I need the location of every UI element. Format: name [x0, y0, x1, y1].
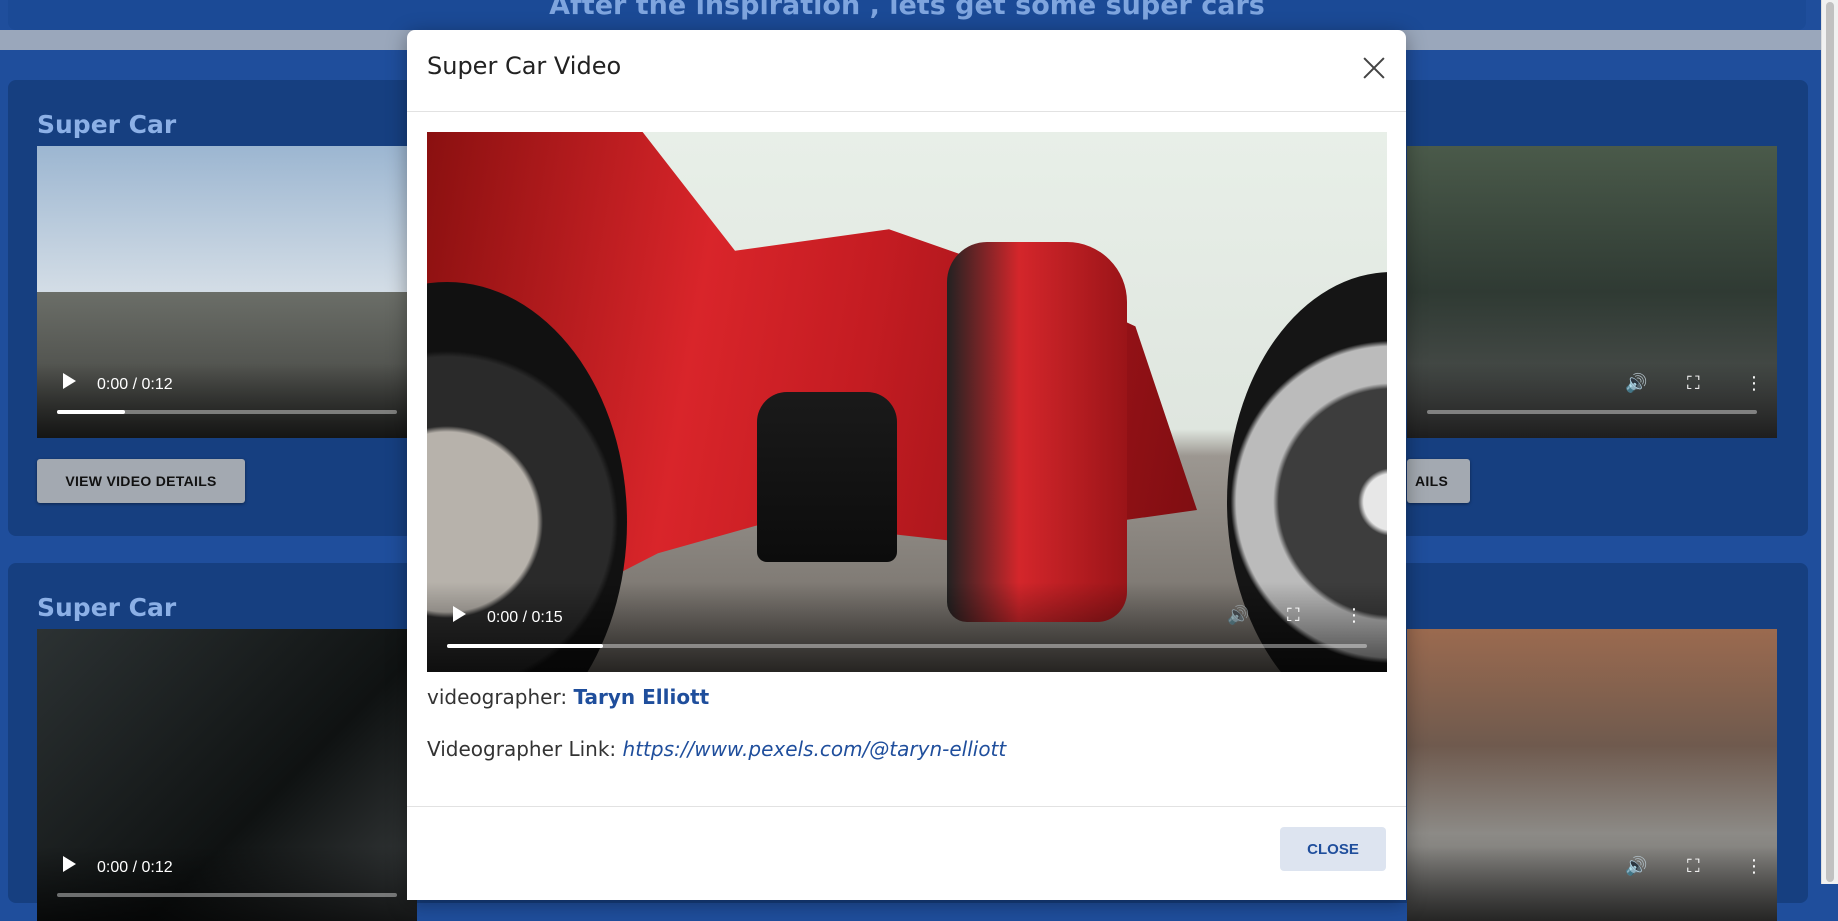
close-icon[interactable] — [1360, 54, 1388, 82]
person — [757, 392, 897, 562]
videographer-label: videographer: — [427, 685, 568, 709]
videographer-link-label: Videographer Link: — [427, 737, 617, 761]
close-button[interactable]: CLOSE — [1280, 827, 1386, 871]
scrollbar-thumb[interactable] — [1826, 2, 1834, 882]
modal-title: Super Car Video — [427, 52, 622, 80]
video-progress-bar[interactable] — [57, 893, 397, 897]
modal-header: Super Car Video — [407, 30, 1406, 112]
videographer-line: videographer: Taryn Elliott — [427, 685, 709, 709]
video-progress-fill — [447, 644, 604, 648]
more-options-icon[interactable]: ⋮ — [1345, 605, 1363, 626]
modal-footer: CLOSE — [407, 806, 1406, 907]
video-modal: Super Car Video 0:00 / 0:15 🔊 ⛶ ⋮ videog… — [407, 30, 1406, 900]
modal-video-player[interactable]: 0:00 / 0:15 🔊 ⛶ ⋮ — [427, 132, 1387, 672]
volume-icon[interactable]: 🔊 — [1227, 605, 1249, 626]
play-icon[interactable] — [453, 606, 466, 622]
video-progress-bar[interactable] — [447, 644, 1367, 648]
video-controls: 0:00 / 0:15 🔊 ⛶ ⋮ — [427, 582, 1387, 672]
video-time: 0:00 / 0:15 — [487, 609, 563, 626]
car-door — [947, 242, 1127, 622]
videographer-name: Taryn Elliott — [573, 685, 710, 709]
videographer-link-line: Videographer Link: https://www.pexels.co… — [427, 737, 1006, 761]
page-scrollbar[interactable] — [1821, 0, 1838, 884]
videographer-link[interactable]: https://www.pexels.com/@taryn-elliott — [623, 737, 1007, 761]
fullscreen-icon[interactable]: ⛶ — [1287, 605, 1300, 626]
